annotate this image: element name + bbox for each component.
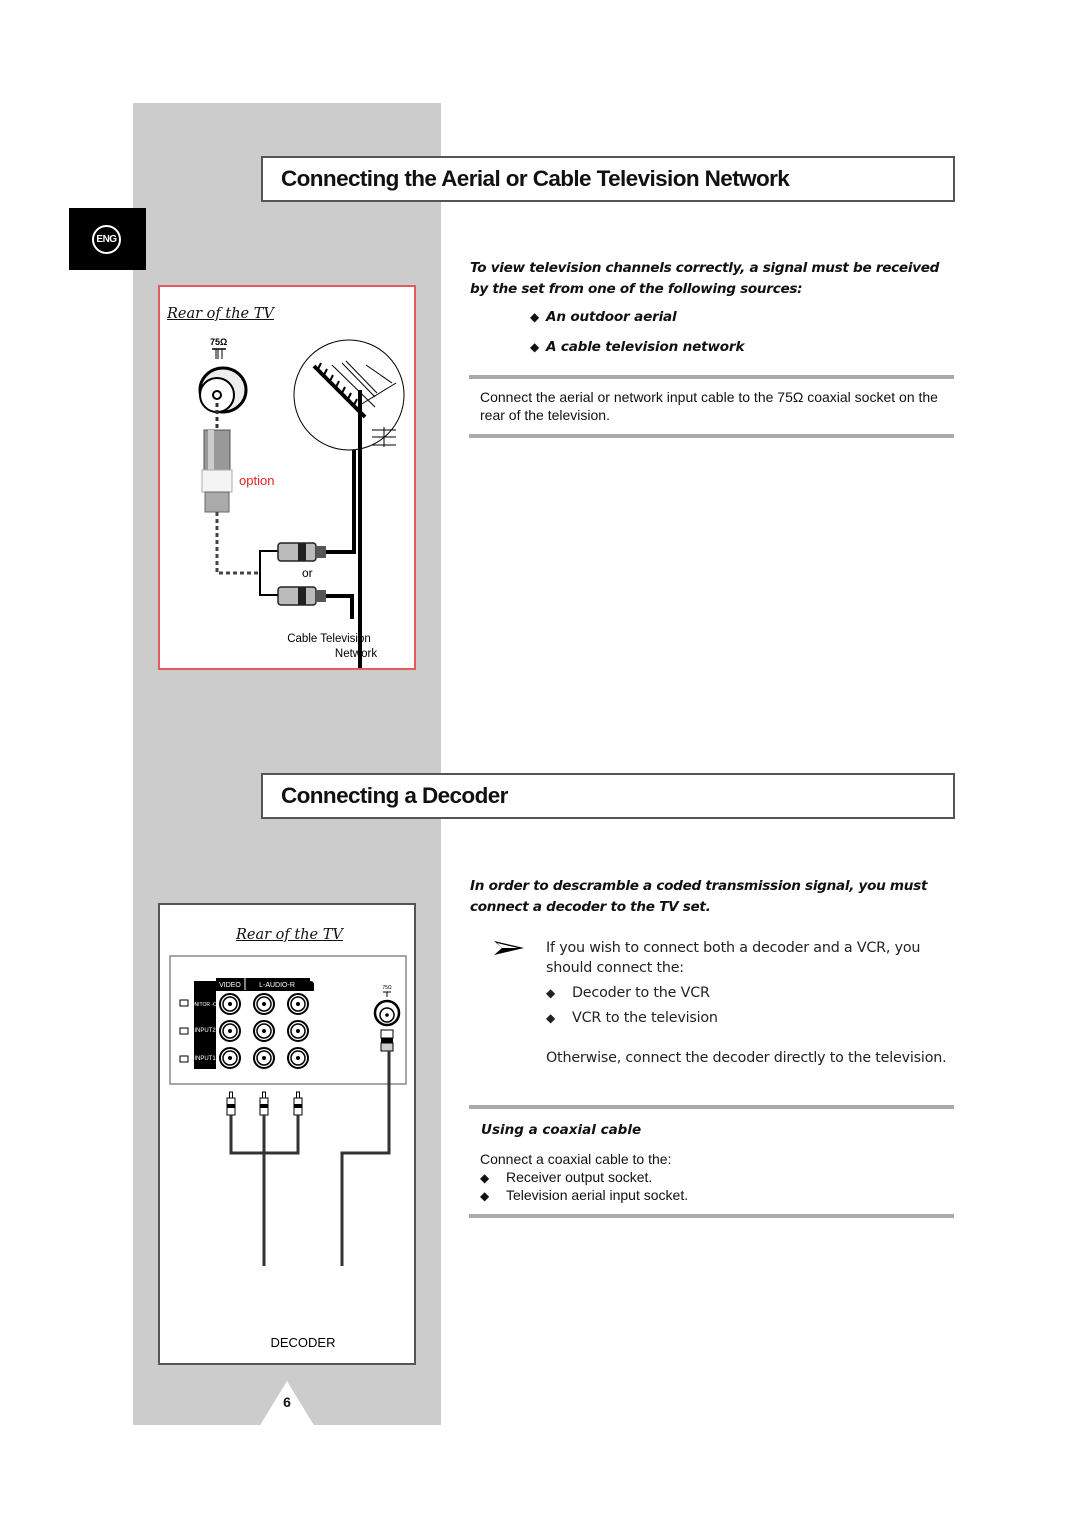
coax-intro: Connect a coaxial cable to the: <box>480 1151 672 1167</box>
aerial-antenna-icon <box>293 339 405 668</box>
rca-plug-icon <box>226 1091 236 1116</box>
rca-jack-grid <box>219 993 309 1069</box>
cable-network-label-1: Cable Television <box>287 633 371 645</box>
diamond-bullet-icon: ◆ <box>530 310 540 324</box>
note-line: should connect the: <box>546 960 684 976</box>
otherwise-note: Otherwise, connect the decoder directly … <box>546 1050 947 1066</box>
diamond-bullet-icon: ◆ <box>480 1171 490 1185</box>
divider <box>469 375 954 379</box>
cable-plug-bottom-icon <box>277 586 326 606</box>
cable-network-label-2: Network <box>335 648 377 660</box>
note-item: ◆ VCR to the television <box>546 1010 718 1026</box>
diamond-bullet-icon: ◆ <box>546 1011 556 1025</box>
socket-label: 75Ω <box>382 985 392 991</box>
diamond-bullet-icon: ◆ <box>530 340 540 354</box>
row-label: INPUT2 <box>194 1028 216 1034</box>
aerial-connection-diagram: 75Ω option or Cable Television Network <box>198 337 405 668</box>
coax-symbol-icon <box>212 348 226 359</box>
coax-item: ◆ Receiver output socket. <box>480 1169 653 1185</box>
language-badge: ENG <box>92 225 121 254</box>
rca-jack-icon <box>219 1020 241 1042</box>
coax-socket-icon <box>198 366 248 414</box>
coax-item: ◆ Television aerial input socket. <box>480 1187 689 1203</box>
row-label: INPUT1 <box>194 1056 216 1062</box>
divider <box>469 1105 954 1109</box>
cable-plug-top-icon <box>277 542 326 562</box>
divider <box>469 434 954 438</box>
aerial-instruction: Connect the aerial or network input cabl… <box>480 389 938 423</box>
decoder-connection-diagram: VIDEO L-AUDIO-R MONITOR -OUT INPUT2 INPU… <box>169 955 407 1350</box>
decoder-intro: In order to descramble a coded transmiss… <box>470 878 928 915</box>
rca-jack-icon <box>253 1047 275 1069</box>
row-label: MONITOR -OUT <box>186 1002 223 1008</box>
rca-jack-icon <box>253 1020 275 1042</box>
rca-jack-icon <box>287 1020 309 1042</box>
rca-jack-icon <box>219 993 241 1015</box>
coax-plug-icon <box>201 429 233 513</box>
note-line: If you wish to connect both a decoder an… <box>546 940 921 956</box>
divider <box>469 1214 954 1218</box>
decoder-diagram-panel: Rear of the TV VIDEO L-AUDIO-R MONITOR -… <box>158 903 416 1365</box>
audio-col-label: L-AUDIO-R <box>259 982 295 989</box>
rca-plug-icon <box>293 1091 303 1116</box>
source-item: ◆ An outdoor aerial <box>530 309 677 325</box>
section-title-aerial: Connecting the Aerial or Cable Televisio… <box>261 156 955 202</box>
source-item: ◆ A cable television network <box>530 339 745 355</box>
rca-plug-icon <box>259 1091 269 1116</box>
aerial-diagram-panel: Rear of the TV 75Ω option or Cable Telev… <box>158 285 416 670</box>
aerial-intro: To view television channels correctly, a… <box>470 260 940 297</box>
or-label: or <box>302 566 313 580</box>
rca-jack-icon <box>287 1047 309 1069</box>
rca-jack-icon <box>253 993 275 1015</box>
coax-plug-icon <box>380 1029 394 1052</box>
coax-heading: Using a coaxial cable <box>481 1122 642 1138</box>
note-item: ◆ Decoder to the VCR <box>546 985 710 1001</box>
note-arrow-icon <box>494 941 524 955</box>
socket-label: 75Ω <box>210 337 227 347</box>
diamond-bullet-icon: ◆ <box>480 1189 490 1203</box>
video-col-label: VIDEO <box>219 982 241 989</box>
diamond-bullet-icon: ◆ <box>546 986 556 1000</box>
rca-plugs <box>226 1091 303 1116</box>
rca-jack-icon <box>287 993 309 1015</box>
option-label: option <box>239 473 274 488</box>
rca-jack-icon <box>219 1047 241 1069</box>
decoder-label: DECODER <box>270 1335 335 1350</box>
page-number: 6 <box>283 1394 291 1410</box>
section-title-decoder: Connecting a Decoder <box>261 773 955 819</box>
